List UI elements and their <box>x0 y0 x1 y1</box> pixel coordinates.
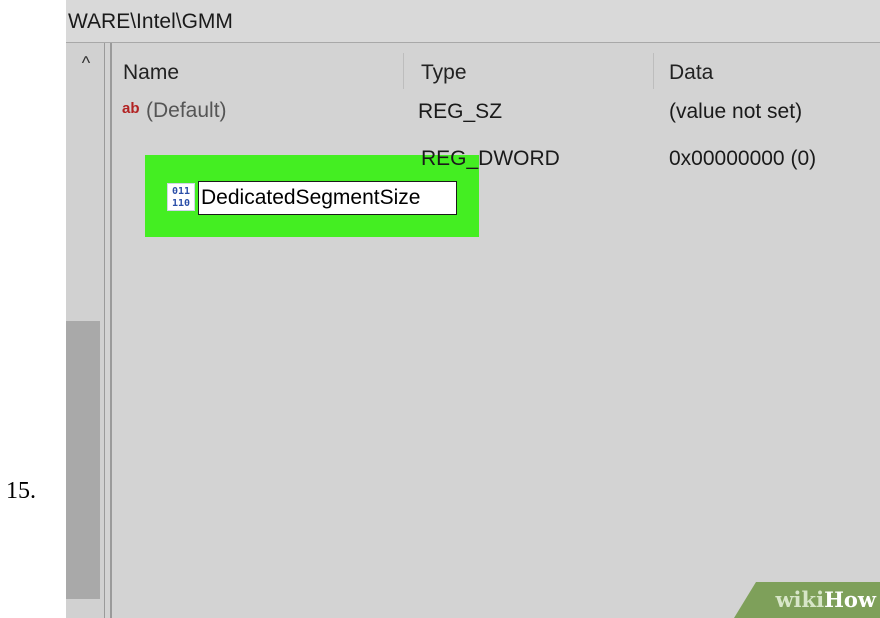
wikihow-logo: wikiHow <box>775 587 876 612</box>
column-divider[interactable] <box>653 53 654 89</box>
tree-pane[interactable]: ^ <box>66 43 105 618</box>
column-header-type[interactable]: Type <box>421 61 467 85</box>
step-number: 15. <box>6 478 36 504</box>
row-data: 0x00000000 (0) <box>669 147 817 170</box>
column-header-name[interactable]: Name <box>123 61 179 85</box>
column-divider[interactable] <box>403 53 404 89</box>
dword-value-icon: 011 110 <box>167 183 195 211</box>
registry-editor-screenshot: WARE\Intel\GMM ^ Name Type Data ab (Defa… <box>66 0 880 618</box>
pane-splitter[interactable] <box>110 43 112 618</box>
logo-part-wiki: wiki <box>775 587 825 612</box>
row-name: (Default) <box>146 99 227 122</box>
column-header-data[interactable]: Data <box>669 61 713 85</box>
logo-part-how: How <box>824 587 876 612</box>
address-path: WARE\Intel\GMM <box>68 10 233 33</box>
row-data: (value not set) <box>669 100 803 123</box>
string-value-icon: ab <box>122 100 140 117</box>
row-type: REG_DWORD <box>421 147 560 170</box>
rename-value-input[interactable] <box>198 181 457 215</box>
scrollbar-thumb[interactable] <box>66 321 100 599</box>
scroll-up-arrow-icon[interactable]: ^ <box>76 54 96 72</box>
row-type: REG_SZ <box>418 100 503 123</box>
values-list: Name Type Data ab (Default) REG_SZ (valu… <box>113 43 880 618</box>
address-bar[interactable]: WARE\Intel\GMM <box>66 0 880 43</box>
